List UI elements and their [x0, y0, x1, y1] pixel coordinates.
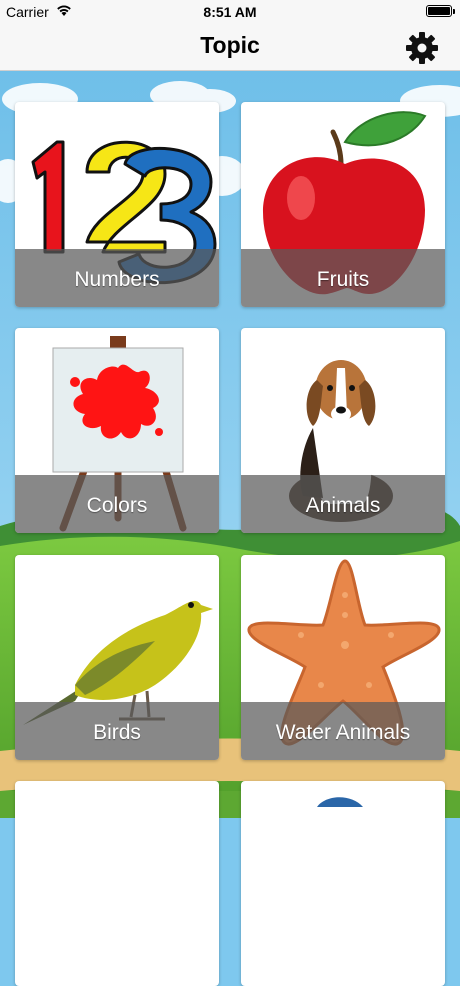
topic-card-animals[interactable]: Animals — [241, 328, 445, 533]
topic-card-colors[interactable]: Colors — [15, 328, 219, 533]
topic-card-numbers[interactable]: Numbers — [15, 102, 219, 307]
topic-card-label: Colors — [86, 494, 148, 517]
battery-icon — [426, 5, 455, 17]
navigation-bar: Topic — [0, 24, 460, 71]
topic-card-label: Water Animals — [275, 721, 411, 744]
gear-icon[interactable] — [404, 30, 440, 66]
topic-card-label: Birds — [93, 721, 141, 744]
topic-card-partial[interactable] — [15, 781, 219, 986]
page-title: Topic — [200, 32, 260, 58]
topic-card-label: Fruits — [316, 268, 370, 291]
partial-card-image — [317, 797, 363, 807]
topic-grid: Numbers Fruits Colors Animals Birds Wate… — [0, 71, 460, 986]
topic-card-fruits[interactable]: Fruits — [241, 102, 445, 307]
topic-card-partial[interactable] — [241, 781, 445, 986]
status-bar: Carrier 8:51 AM — [0, 0, 460, 24]
topic-card-birds[interactable]: Birds — [15, 555, 219, 760]
topic-card-label: Numbers — [74, 268, 160, 291]
topic-card-water-animals[interactable]: Water Animals — [241, 555, 445, 760]
status-time: 8:51 AM — [203, 4, 257, 20]
topic-card-label: Animals — [305, 494, 381, 517]
